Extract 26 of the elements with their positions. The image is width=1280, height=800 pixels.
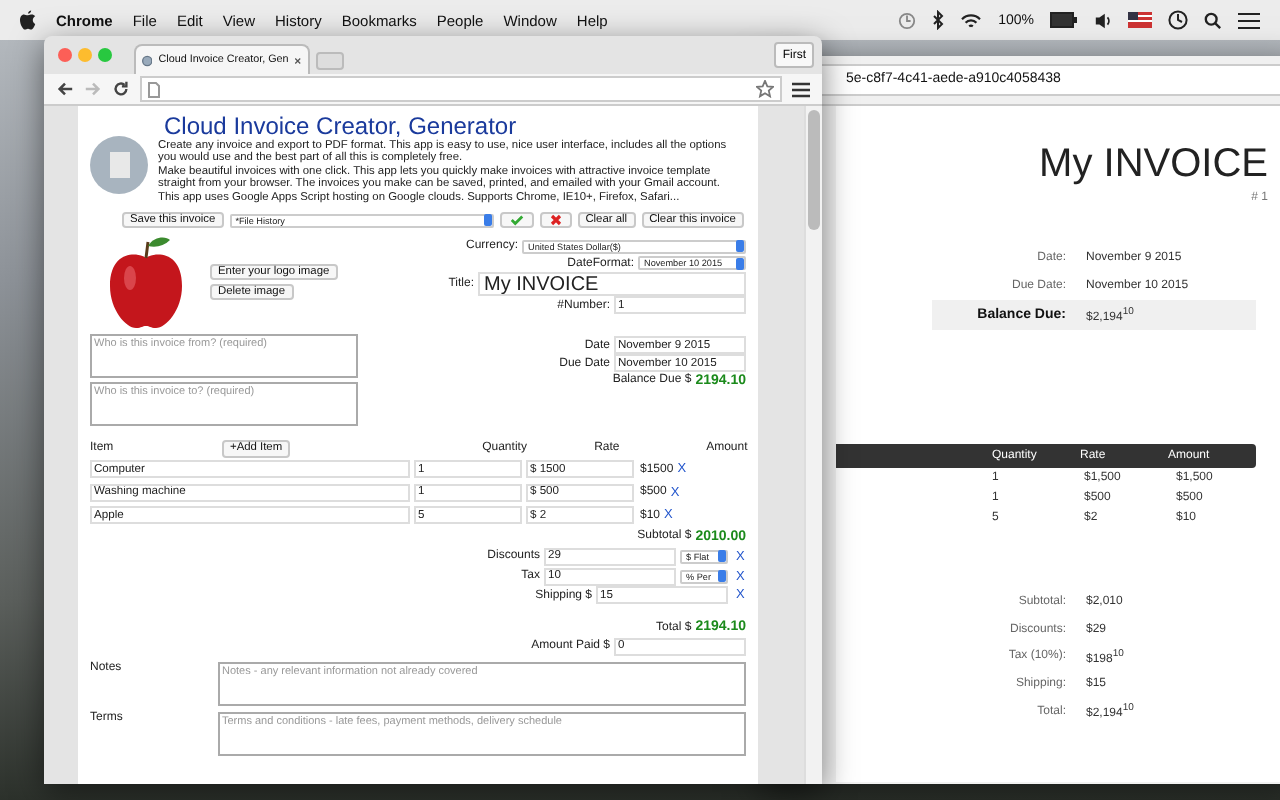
speaker-icon[interactable] xyxy=(1094,11,1112,29)
bluetooth-icon[interactable] xyxy=(932,10,945,30)
flag-icon[interactable] xyxy=(1128,12,1152,28)
cross-icon xyxy=(549,214,562,227)
clock-icon[interactable] xyxy=(1168,10,1188,30)
app-title: Cloud Invoice Creator, Generator xyxy=(162,112,517,140)
title-field[interactable]: My INVOICE xyxy=(478,272,746,297)
list-icon[interactable] xyxy=(1238,11,1260,29)
menu-icon[interactable] xyxy=(792,81,810,97)
confirm-button[interactable] xyxy=(499,212,534,229)
close-icon[interactable] xyxy=(294,55,302,65)
back-arrow-icon[interactable] xyxy=(56,80,74,98)
app-icon xyxy=(90,136,148,194)
checkmark-icon xyxy=(509,214,524,227)
reload-icon[interactable] xyxy=(112,80,130,98)
delete-button[interactable] xyxy=(539,212,572,229)
search-icon[interactable] xyxy=(1204,11,1222,29)
page-icon xyxy=(148,81,160,97)
apple-image xyxy=(106,234,186,331)
battery-icon[interactable] xyxy=(1050,12,1078,28)
star-icon[interactable] xyxy=(756,80,774,98)
apple-logo-icon[interactable] xyxy=(20,10,36,30)
globe-icon xyxy=(142,53,153,67)
scrollbar[interactable] xyxy=(804,106,822,784)
invoice-title: My INVOICE xyxy=(1037,142,1270,188)
wifi-icon[interactable] xyxy=(960,11,983,29)
